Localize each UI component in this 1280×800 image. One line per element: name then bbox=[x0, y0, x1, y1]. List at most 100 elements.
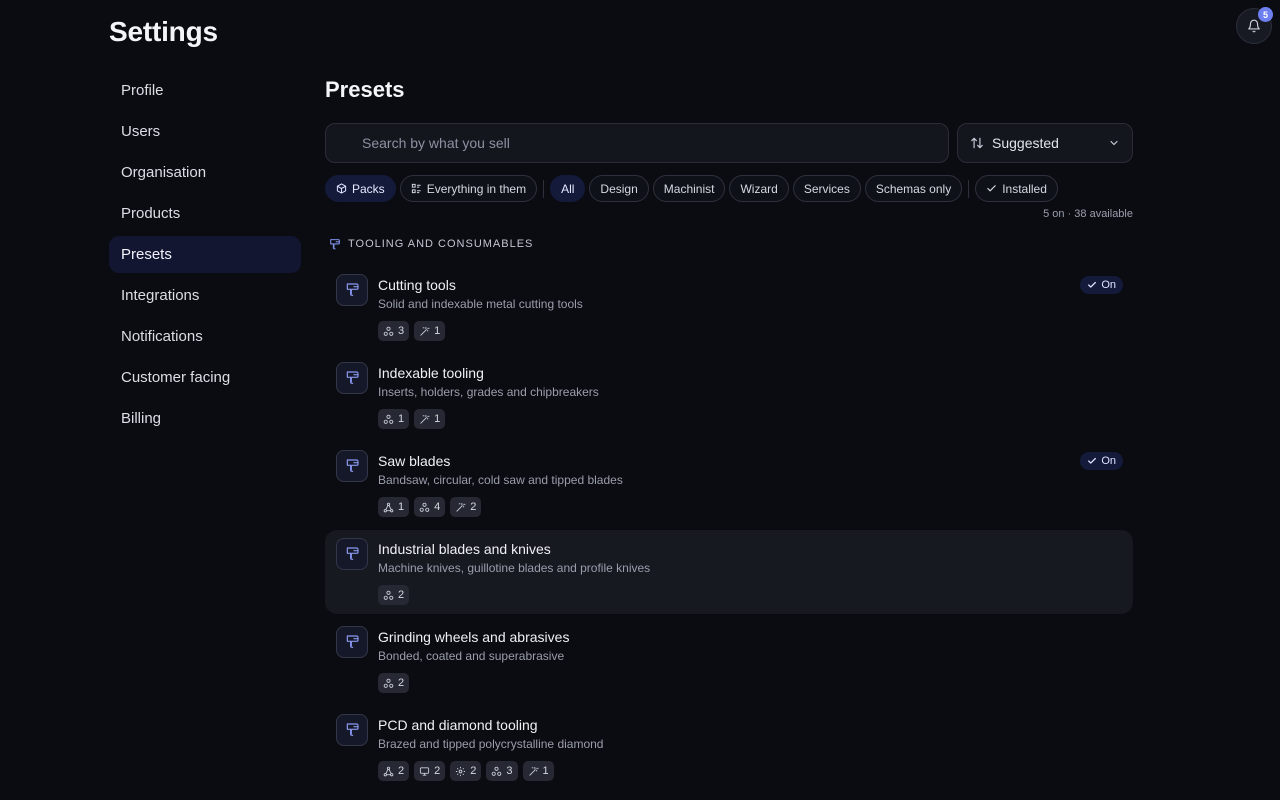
tag-count: 2 bbox=[398, 589, 405, 601]
triangle-icon bbox=[383, 766, 394, 777]
tag: 1 bbox=[378, 497, 410, 517]
sort-select[interactable]: Suggested bbox=[957, 123, 1133, 163]
filter-chips: Packs Everything in them All Design Mach… bbox=[325, 175, 1133, 202]
item-tags: 3 1 bbox=[378, 321, 1121, 341]
search-input[interactable]: Search by what you sell bbox=[325, 123, 949, 163]
installed-badge: On bbox=[1080, 276, 1123, 294]
tag: 3 bbox=[378, 321, 410, 341]
sidebar-item-organisation[interactable]: Organisation bbox=[109, 154, 301, 191]
check-icon bbox=[1087, 280, 1097, 290]
list-item[interactable]: Saw blades Bandsaw, circular, cold saw a… bbox=[325, 442, 1133, 526]
group-title: TOOLING AND CONSUMABLES bbox=[348, 238, 534, 250]
search-row: Search by what you sell Suggested bbox=[325, 123, 1133, 163]
tag: 2 bbox=[450, 497, 482, 517]
gear-icon bbox=[455, 766, 466, 777]
drill-icon bbox=[336, 538, 368, 570]
settings-sidebar: Profile Users Organisation Products Pres… bbox=[109, 72, 301, 441]
monitor-icon bbox=[419, 766, 430, 777]
chip-everything-in-them[interactable]: Everything in them bbox=[399, 175, 538, 202]
sidebar-item-notifications[interactable]: Notifications bbox=[109, 318, 301, 355]
tag: 1 bbox=[414, 409, 446, 429]
tag-count: 3 bbox=[506, 765, 513, 777]
bell-icon bbox=[1247, 19, 1261, 33]
sidebar-item-profile[interactable]: Profile bbox=[109, 72, 301, 109]
chip-design[interactable]: Design bbox=[589, 175, 649, 202]
drill-icon bbox=[336, 714, 368, 746]
chip-label: Everything in them bbox=[426, 181, 527, 196]
chip-wizard[interactable]: Wizard bbox=[729, 175, 789, 202]
section-title: Presets bbox=[325, 77, 405, 102]
chevron-down-icon bbox=[1108, 137, 1120, 149]
list-item[interactable]: Cutting tools Solid and indexable metal … bbox=[325, 266, 1133, 350]
triangle-icon bbox=[383, 502, 394, 513]
chip-all[interactable]: All bbox=[550, 175, 586, 202]
sort-label: Suggested bbox=[992, 135, 1059, 151]
item-description: Inserts, holders, grades and chipbreaker… bbox=[378, 385, 599, 399]
preset-list: Cutting tools Solid and indexable metal … bbox=[325, 266, 1133, 790]
chip-schemas-only[interactable]: Schemas only bbox=[864, 175, 963, 202]
drill-icon bbox=[336, 274, 368, 306]
tag: 2 bbox=[414, 761, 446, 781]
sidebar-item-billing[interactable]: Billing bbox=[109, 400, 301, 437]
cube-icon bbox=[336, 183, 347, 194]
tag-count: 1 bbox=[542, 765, 549, 777]
badge-label: On bbox=[1101, 455, 1116, 467]
tag-count: 3 bbox=[398, 325, 405, 337]
tag: 1 bbox=[522, 761, 554, 781]
drill-icon bbox=[336, 626, 368, 658]
tag-count: 2 bbox=[470, 765, 477, 777]
sidebar-item-integrations[interactable]: Integrations bbox=[109, 277, 301, 314]
list-item[interactable]: Industrial blades and knives Machine kni… bbox=[325, 530, 1133, 614]
item-tags: 1 1 bbox=[378, 409, 1121, 429]
tag: 1 bbox=[414, 321, 446, 341]
tag-count: 1 bbox=[398, 501, 405, 513]
blocks-icon bbox=[419, 502, 430, 513]
notification-count-badge: 5 bbox=[1258, 7, 1273, 22]
chip-installed[interactable]: Installed bbox=[975, 175, 1058, 202]
blocks-icon bbox=[383, 414, 394, 425]
item-tags: 2 2 2 3 1 bbox=[378, 761, 1121, 781]
tag: 2 bbox=[378, 761, 410, 781]
item-description: Bandsaw, circular, cold saw and tipped b… bbox=[378, 473, 623, 487]
item-tags: 2 bbox=[378, 673, 1121, 693]
tag: 2 bbox=[378, 585, 410, 605]
sidebar-item-products[interactable]: Products bbox=[109, 195, 301, 232]
item-tags: 2 bbox=[378, 585, 1121, 605]
list-item[interactable]: Grinding wheels and abrasives Bonded, co… bbox=[325, 618, 1133, 702]
item-description: Solid and indexable metal cutting tools bbox=[378, 297, 583, 311]
sidebar-item-users[interactable]: Users bbox=[109, 113, 301, 150]
drill-icon bbox=[336, 450, 368, 482]
presets-panel: Presets Search by what you sell Suggeste… bbox=[325, 72, 1133, 794]
sidebar-item-customer-facing[interactable]: Customer facing bbox=[109, 359, 301, 396]
tag-count: 1 bbox=[434, 413, 441, 425]
item-title: PCD and diamond tooling bbox=[378, 717, 538, 733]
notifications-button[interactable]: 5 bbox=[1236, 7, 1273, 44]
chip-label: Packs bbox=[352, 181, 385, 196]
tag-count: 2 bbox=[398, 765, 405, 777]
item-description: Bonded, coated and superabrasive bbox=[378, 649, 565, 663]
item-title: Cutting tools bbox=[378, 277, 456, 293]
blocks-icon bbox=[383, 590, 394, 601]
tag-count: 2 bbox=[398, 677, 405, 689]
tag-count: 4 bbox=[434, 501, 441, 513]
item-description: Machine knives, guillotine blades and pr… bbox=[378, 561, 651, 575]
tag-count: 1 bbox=[398, 413, 405, 425]
blocks-icon bbox=[491, 766, 502, 777]
list-item[interactable]: PCD and diamond tooling Brazed and tippe… bbox=[325, 706, 1133, 790]
page-title: Settings bbox=[109, 16, 218, 47]
check-icon bbox=[1087, 456, 1097, 466]
tag-count: 2 bbox=[434, 765, 441, 777]
chip-packs[interactable]: Packs bbox=[325, 175, 396, 202]
tag: 2 bbox=[378, 673, 410, 693]
chip-machinist[interactable]: Machinist bbox=[652, 175, 726, 202]
installed-badge: On bbox=[1080, 452, 1123, 470]
drill-icon bbox=[336, 362, 368, 394]
blocks-icon bbox=[383, 678, 394, 689]
wand-icon bbox=[528, 766, 539, 777]
tag: 2 bbox=[450, 761, 482, 781]
list-item[interactable]: Indexable tooling Inserts, holders, grad… bbox=[325, 354, 1133, 438]
sidebar-item-presets[interactable]: Presets bbox=[109, 236, 301, 273]
item-title: Indexable tooling bbox=[378, 365, 484, 381]
item-description: Brazed and tipped polycrystalline diamon… bbox=[378, 737, 604, 751]
chip-services[interactable]: Services bbox=[792, 175, 861, 202]
